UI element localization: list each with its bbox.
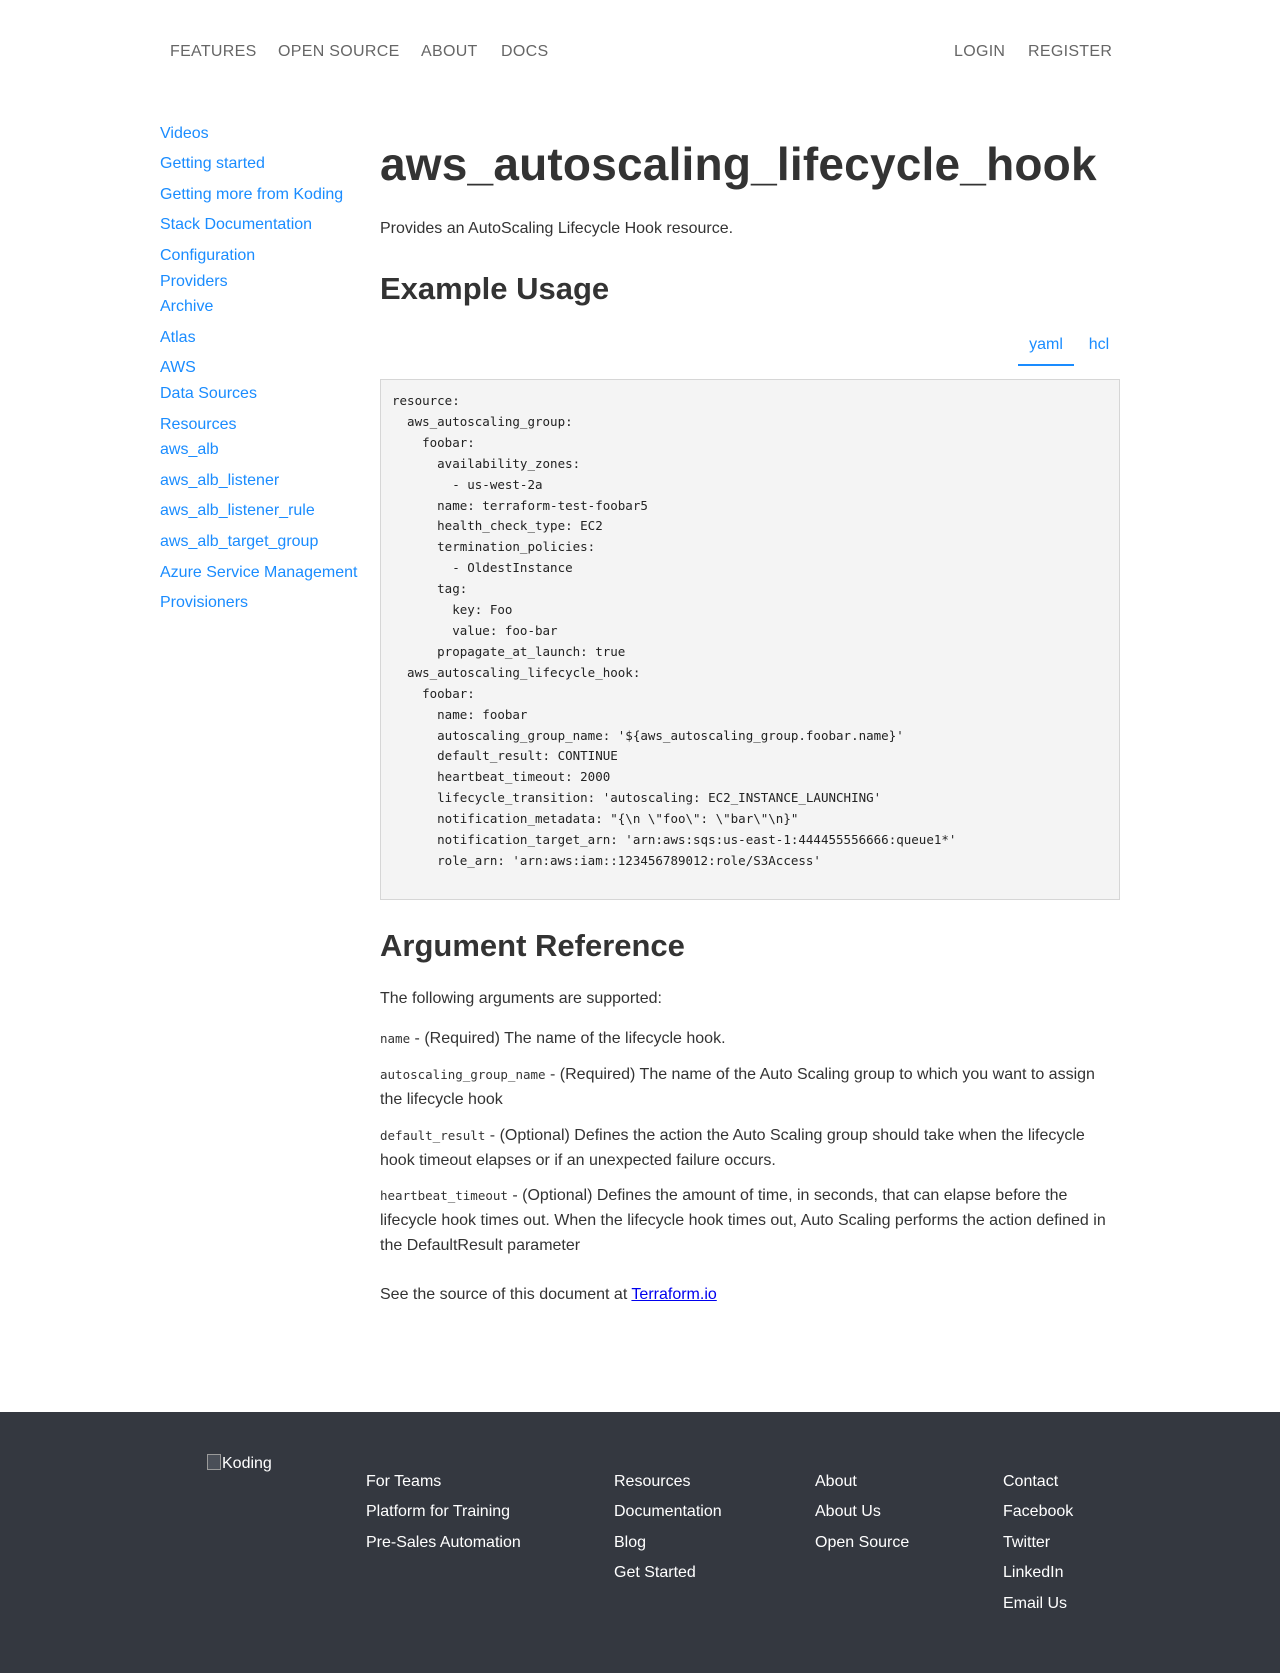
footer-link-about-us[interactable]: About Us bbox=[815, 1502, 881, 1522]
footer-link-open-source[interactable]: Open Source bbox=[815, 1533, 909, 1553]
footer-link-pre-sales-automation[interactable]: Pre-Sales Automation bbox=[366, 1533, 521, 1553]
broken-image-icon bbox=[207, 1454, 221, 1470]
tab-yaml[interactable]: yaml bbox=[1018, 330, 1074, 366]
page-title: aws_autoscaling_lifecycle_hook bbox=[380, 138, 1097, 190]
arg-name: heartbeat_timeout bbox=[380, 1188, 508, 1203]
footer-link-email-us[interactable]: Email Us bbox=[1003, 1594, 1067, 1614]
sidebar-item-aws-alb-target-group[interactable]: aws_alb_target_group bbox=[160, 532, 318, 552]
arg-name: autoscaling_group_name bbox=[380, 1067, 546, 1082]
sidebar-item-resources[interactable]: Resources bbox=[160, 415, 236, 435]
sidebar-item-provisioners[interactable]: Provisioners bbox=[160, 593, 248, 613]
arg-item: name - (Required) The name of the lifecy… bbox=[380, 1026, 1120, 1051]
sidebar-item-azure-service-management[interactable]: Azure Service Management bbox=[160, 563, 357, 583]
arg-name: default_result bbox=[380, 1128, 486, 1143]
arg-name: name bbox=[380, 1031, 411, 1046]
nav-features[interactable]: FEATURES bbox=[170, 40, 257, 64]
footer-link-twitter[interactable]: Twitter bbox=[1003, 1533, 1050, 1553]
arg-description: - (Optional) Defines the action the Auto… bbox=[380, 1127, 1085, 1169]
sidebar-item-aws-alb-listener-rule[interactable]: aws_alb_listener_rule bbox=[160, 501, 315, 521]
footer-link-blog[interactable]: Blog bbox=[614, 1533, 646, 1553]
code-block: resource: aws_autoscaling_group: foobar:… bbox=[380, 379, 1120, 900]
footer-link-facebook[interactable]: Facebook bbox=[1003, 1502, 1073, 1522]
arg-item: heartbeat_timeout - (Optional) Defines t… bbox=[380, 1183, 1120, 1258]
logo-alt-text: Koding bbox=[222, 1455, 272, 1472]
sidebar-item-aws-alb[interactable]: aws_alb bbox=[160, 440, 219, 460]
sidebar-item-archive[interactable]: Archive bbox=[160, 297, 213, 317]
footer-link-resources[interactable]: Resources bbox=[614, 1472, 690, 1492]
footer-link-platform-for-training[interactable]: Platform for Training bbox=[366, 1502, 510, 1522]
nav-docs[interactable]: DOCS bbox=[501, 40, 548, 64]
sidebar-item-getting-more[interactable]: Getting more from Koding bbox=[160, 185, 343, 205]
arg-item: autoscaling_group_name - (Required) The … bbox=[380, 1062, 1120, 1112]
sidebar-item-configuration[interactable]: Configuration bbox=[160, 246, 255, 266]
sidebar-item-videos[interactable]: Videos bbox=[160, 124, 209, 144]
site-footer: Koding For Teams Platform for Training P… bbox=[0, 1412, 1280, 1673]
tab-hcl[interactable]: hcl bbox=[1082, 330, 1116, 366]
nav-about[interactable]: ABOUT bbox=[421, 40, 478, 64]
arg-item: default_result - (Optional) Defines the … bbox=[380, 1123, 1120, 1173]
sidebar-item-aws-alb-listener[interactable]: aws_alb_listener bbox=[160, 471, 279, 491]
source-note: See the source of this document at Terra… bbox=[380, 1282, 1120, 1307]
footer-link-for-teams[interactable]: For Teams bbox=[366, 1472, 441, 1492]
source-link[interactable]: Terraform.io bbox=[631, 1286, 716, 1303]
sidebar-item-getting-started[interactable]: Getting started bbox=[160, 154, 265, 174]
nav-register[interactable]: REGISTER bbox=[1028, 40, 1112, 64]
example-usage-heading: Example Usage bbox=[380, 271, 610, 306]
footer-link-get-started[interactable]: Get Started bbox=[614, 1563, 696, 1583]
sidebar-item-data-sources[interactable]: Data Sources bbox=[160, 384, 257, 404]
page-lead: Provides an AutoScaling Lifecycle Hook r… bbox=[380, 220, 734, 237]
args-intro: The following arguments are supported: bbox=[380, 990, 662, 1007]
sidebar-item-stack-documentation[interactable]: Stack Documentation bbox=[160, 215, 312, 235]
koding-logo[interactable]: Koding bbox=[207, 1454, 272, 1473]
arg-description: - (Required) The name of the lifecycle h… bbox=[410, 1030, 726, 1047]
code-tabs: yaml hcl bbox=[380, 330, 1120, 366]
footer-link-documentation[interactable]: Documentation bbox=[614, 1502, 722, 1522]
top-nav: FEATURES OPEN SOURCE ABOUT DOCS LOGIN RE… bbox=[0, 40, 1280, 64]
sidebar-item-atlas[interactable]: Atlas bbox=[160, 328, 196, 348]
footer-link-about[interactable]: About bbox=[815, 1472, 857, 1492]
sidebar-item-aws[interactable]: AWS bbox=[160, 358, 196, 378]
footer-link-contact[interactable]: Contact bbox=[1003, 1472, 1058, 1492]
footer-link-linkedin[interactable]: LinkedIn bbox=[1003, 1563, 1064, 1583]
sidebar-item-providers[interactable]: Providers bbox=[160, 272, 228, 292]
nav-open-source[interactable]: OPEN SOURCE bbox=[278, 40, 400, 64]
nav-login[interactable]: LOGIN bbox=[954, 40, 1005, 64]
source-text: See the source of this document at bbox=[380, 1286, 632, 1303]
argument-reference-heading: Argument Reference bbox=[380, 928, 685, 963]
